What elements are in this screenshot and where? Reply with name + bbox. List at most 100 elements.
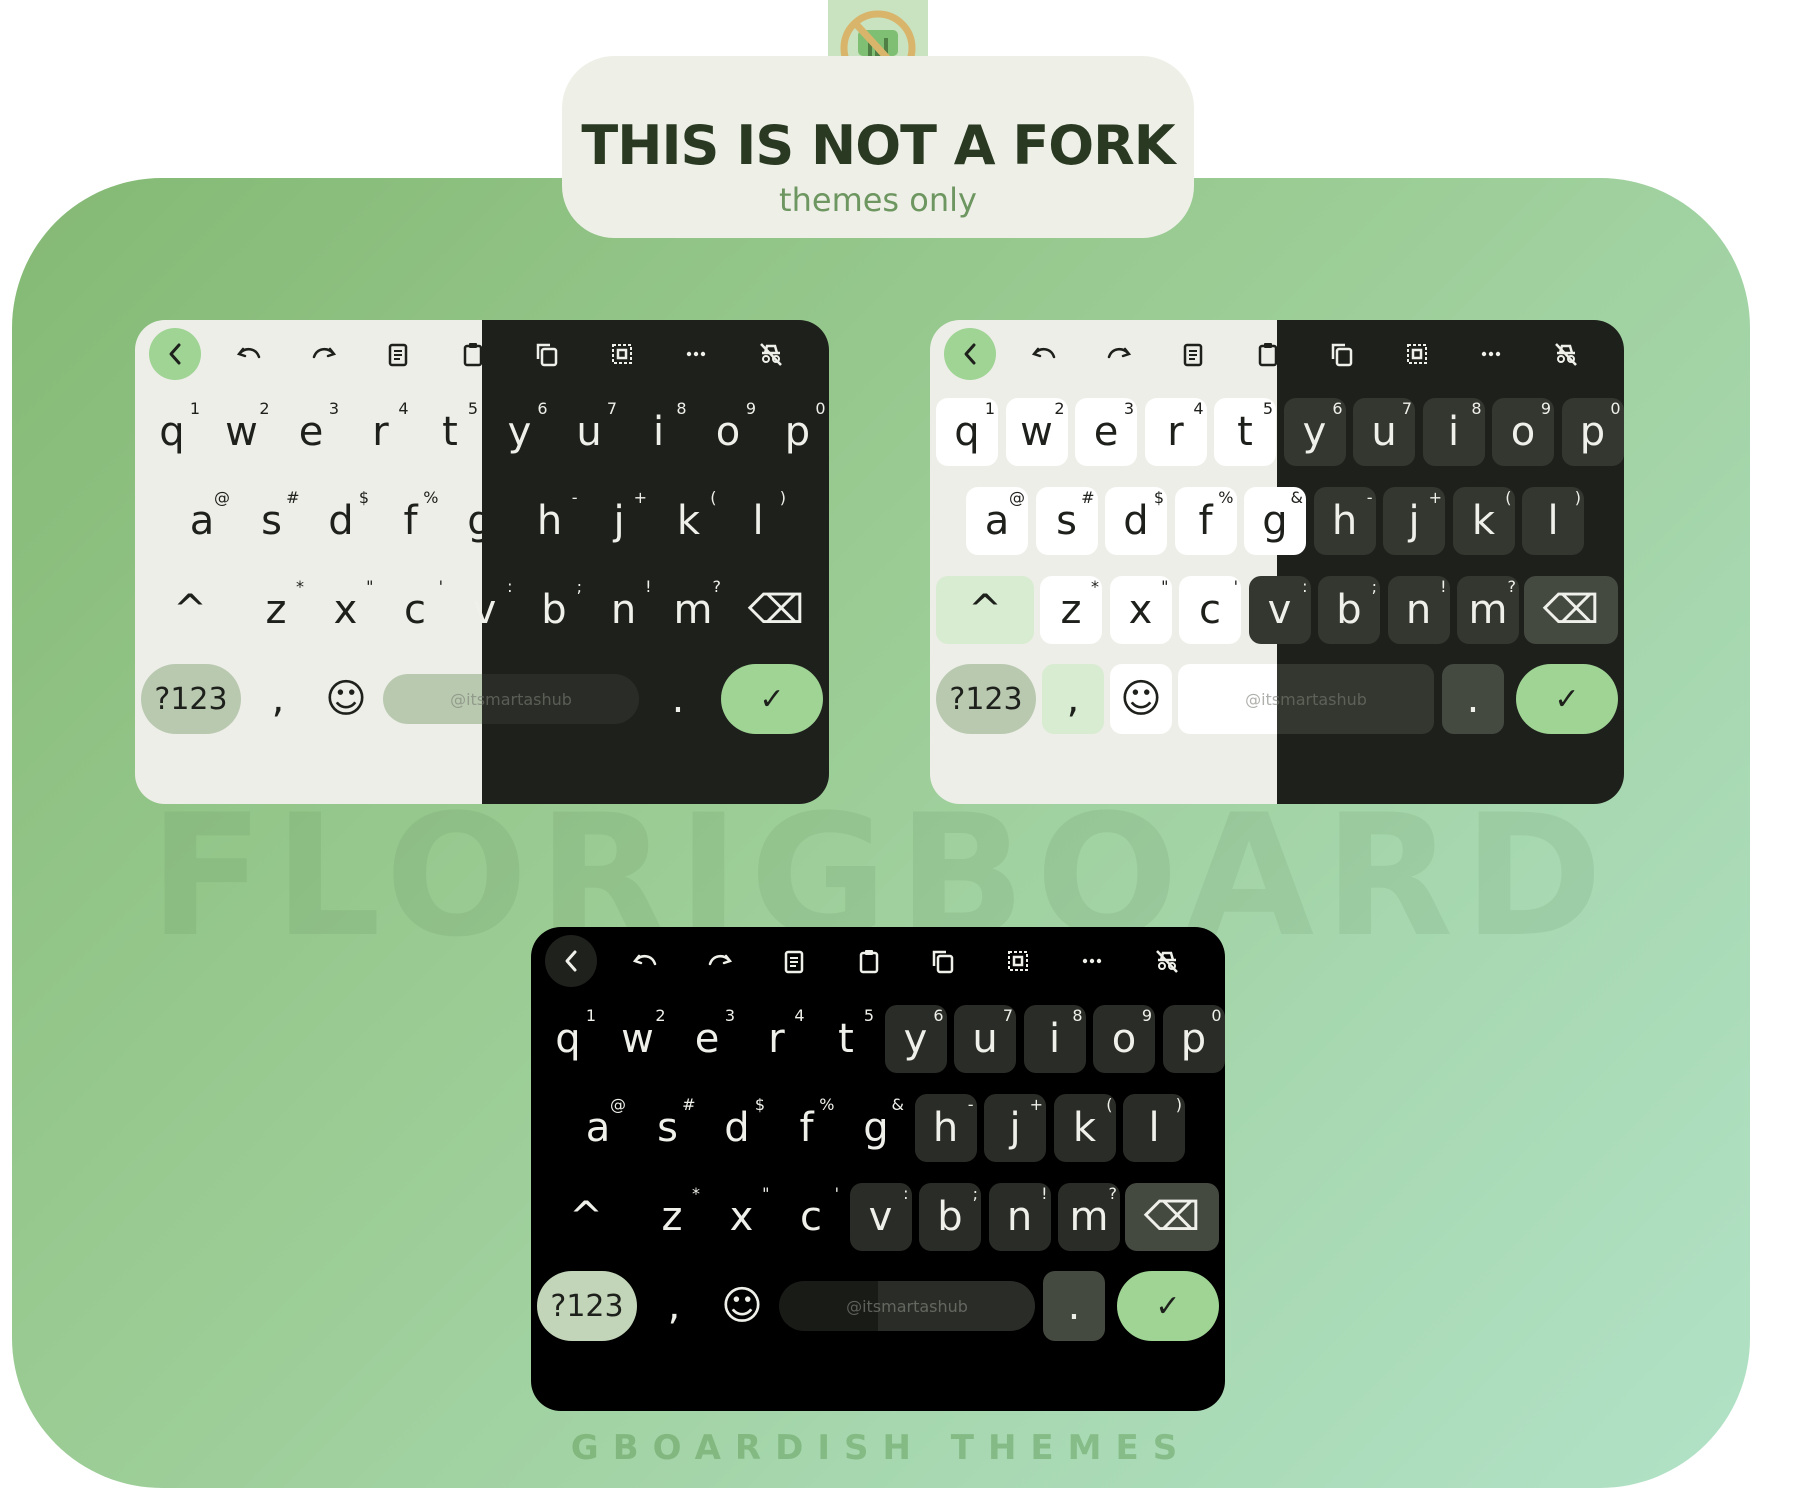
key-r[interactable]: r4	[1144, 398, 1207, 466]
copy-button[interactable]	[1316, 328, 1368, 380]
key-n[interactable]: n!	[988, 1183, 1051, 1251]
key-s[interactable]: s #	[1035, 487, 1098, 555]
key-t[interactable]: t5	[1214, 398, 1276, 466]
key-d[interactable]: d $	[310, 487, 372, 555]
backspace-key[interactable]: ⌫	[729, 576, 823, 644]
period-key[interactable]: .	[1442, 664, 1504, 734]
key-e[interactable]: e3	[676, 1005, 738, 1073]
key-d[interactable]: d $	[1105, 487, 1167, 555]
key-x[interactable]: x "	[1109, 576, 1172, 644]
clipboard-button[interactable]	[1167, 328, 1219, 380]
backspace-key[interactable]: ⌫	[1125, 1183, 1219, 1251]
key-c[interactable]: c '	[384, 576, 446, 644]
key-j[interactable]: j +	[588, 487, 650, 555]
key-o[interactable]: o9	[1492, 398, 1554, 466]
undo-button[interactable]	[1018, 328, 1070, 380]
spacebar[interactable]: @itsmartashub	[383, 674, 639, 724]
copy-button[interactable]	[917, 935, 969, 987]
key-g[interactable]: g &	[449, 487, 511, 555]
redo-button[interactable]	[1093, 328, 1145, 380]
comma-key[interactable]: ,	[1042, 664, 1104, 734]
paste-button[interactable]	[843, 935, 895, 987]
key-p[interactable]: p0	[1561, 398, 1624, 466]
key-f[interactable]: f%	[1174, 487, 1237, 555]
more-button[interactable]	[1066, 935, 1118, 987]
key-m[interactable]: m?	[662, 576, 724, 644]
key-n[interactable]: n!	[593, 576, 655, 644]
key-g[interactable]: g &	[1244, 487, 1306, 555]
key-q[interactable]: q1	[537, 1005, 599, 1073]
key-w[interactable]: w2	[607, 1005, 669, 1073]
key-l[interactable]: l)	[1123, 1094, 1185, 1162]
key-c[interactable]: c '	[1179, 576, 1241, 644]
more-button[interactable]	[670, 328, 722, 380]
emoji-key[interactable]: ☺	[1110, 664, 1172, 734]
key-x[interactable]: x "	[711, 1183, 773, 1251]
key-k[interactable]: k(	[658, 487, 720, 555]
key-v[interactable]: v:	[849, 1183, 912, 1251]
back-button[interactable]	[149, 328, 201, 380]
spacebar[interactable]: @itsmartashub	[1178, 664, 1434, 734]
key-q[interactable]: q1	[936, 398, 998, 466]
key-x[interactable]: x "	[315, 576, 377, 644]
enter-key[interactable]: ✓	[1117, 1271, 1219, 1341]
emoji-key[interactable]: ☺	[711, 1271, 773, 1341]
select-all-button[interactable]	[596, 328, 648, 380]
key-z[interactable]: z *	[245, 576, 307, 644]
key-y[interactable]: y6	[884, 1005, 947, 1073]
key-a[interactable]: a @	[171, 487, 233, 555]
paste-button[interactable]	[447, 328, 499, 380]
key-j[interactable]: j +	[984, 1094, 1046, 1162]
key-i[interactable]: i8	[1422, 398, 1485, 466]
key-i[interactable]: i8	[1023, 1005, 1086, 1073]
key-r[interactable]: r4	[350, 398, 412, 466]
comma-key[interactable]: ,	[247, 664, 309, 734]
back-button[interactable]	[944, 328, 996, 380]
key-p[interactable]: p0	[767, 398, 829, 466]
key-l[interactable]: l)	[727, 487, 789, 555]
key-h[interactable]: h-	[519, 487, 581, 555]
key-u[interactable]: u7	[558, 398, 620, 466]
key-n[interactable]: n!	[1387, 576, 1450, 644]
key-m[interactable]: m?	[1457, 576, 1519, 644]
key-e[interactable]: e3	[280, 398, 342, 466]
symbols-key[interactable]: ?123	[537, 1271, 637, 1341]
enter-key[interactable]: ✓	[1516, 664, 1618, 734]
key-f[interactable]: f%	[380, 487, 442, 555]
clipboard-button[interactable]	[768, 935, 820, 987]
key-t[interactable]: t5	[815, 1005, 877, 1073]
period-key[interactable]: .	[647, 664, 709, 734]
key-a[interactable]: a @	[567, 1094, 629, 1162]
emoji-key[interactable]: ☺	[315, 664, 377, 734]
key-o[interactable]: o9	[1093, 1005, 1155, 1073]
key-w[interactable]: w2	[211, 398, 273, 466]
select-all-button[interactable]	[992, 935, 1044, 987]
symbols-key[interactable]: ?123	[141, 664, 241, 734]
undo-button[interactable]	[223, 328, 275, 380]
undo-button[interactable]	[619, 935, 671, 987]
key-f[interactable]: f%	[776, 1094, 838, 1162]
back-button[interactable]	[545, 935, 597, 987]
key-b[interactable]: b;	[523, 576, 585, 644]
select-all-button[interactable]	[1391, 328, 1443, 380]
period-key[interactable]: .	[1043, 1271, 1105, 1341]
clipboard-button[interactable]	[372, 328, 424, 380]
more-button[interactable]	[1465, 328, 1517, 380]
key-h[interactable]: h-	[914, 1094, 977, 1162]
spacebar[interactable]: @itsmartashub	[779, 1281, 1035, 1331]
key-t[interactable]: t5	[419, 398, 481, 466]
key-z[interactable]: z *	[1040, 576, 1102, 644]
shift-key[interactable]: ^	[936, 576, 1034, 644]
key-y[interactable]: y6	[1283, 398, 1346, 466]
incognito-button[interactable]	[1540, 328, 1592, 380]
key-c[interactable]: c '	[780, 1183, 842, 1251]
enter-key[interactable]: ✓	[721, 664, 823, 734]
key-k[interactable]: k(	[1053, 1094, 1116, 1162]
key-i[interactable]: i8	[628, 398, 690, 466]
key-w[interactable]: w2	[1005, 398, 1068, 466]
key-b[interactable]: b;	[1318, 576, 1380, 644]
key-r[interactable]: r4	[746, 1005, 808, 1073]
key-q[interactable]: q1	[141, 398, 203, 466]
incognito-button[interactable]	[1141, 935, 1193, 987]
key-h[interactable]: h-	[1313, 487, 1376, 555]
